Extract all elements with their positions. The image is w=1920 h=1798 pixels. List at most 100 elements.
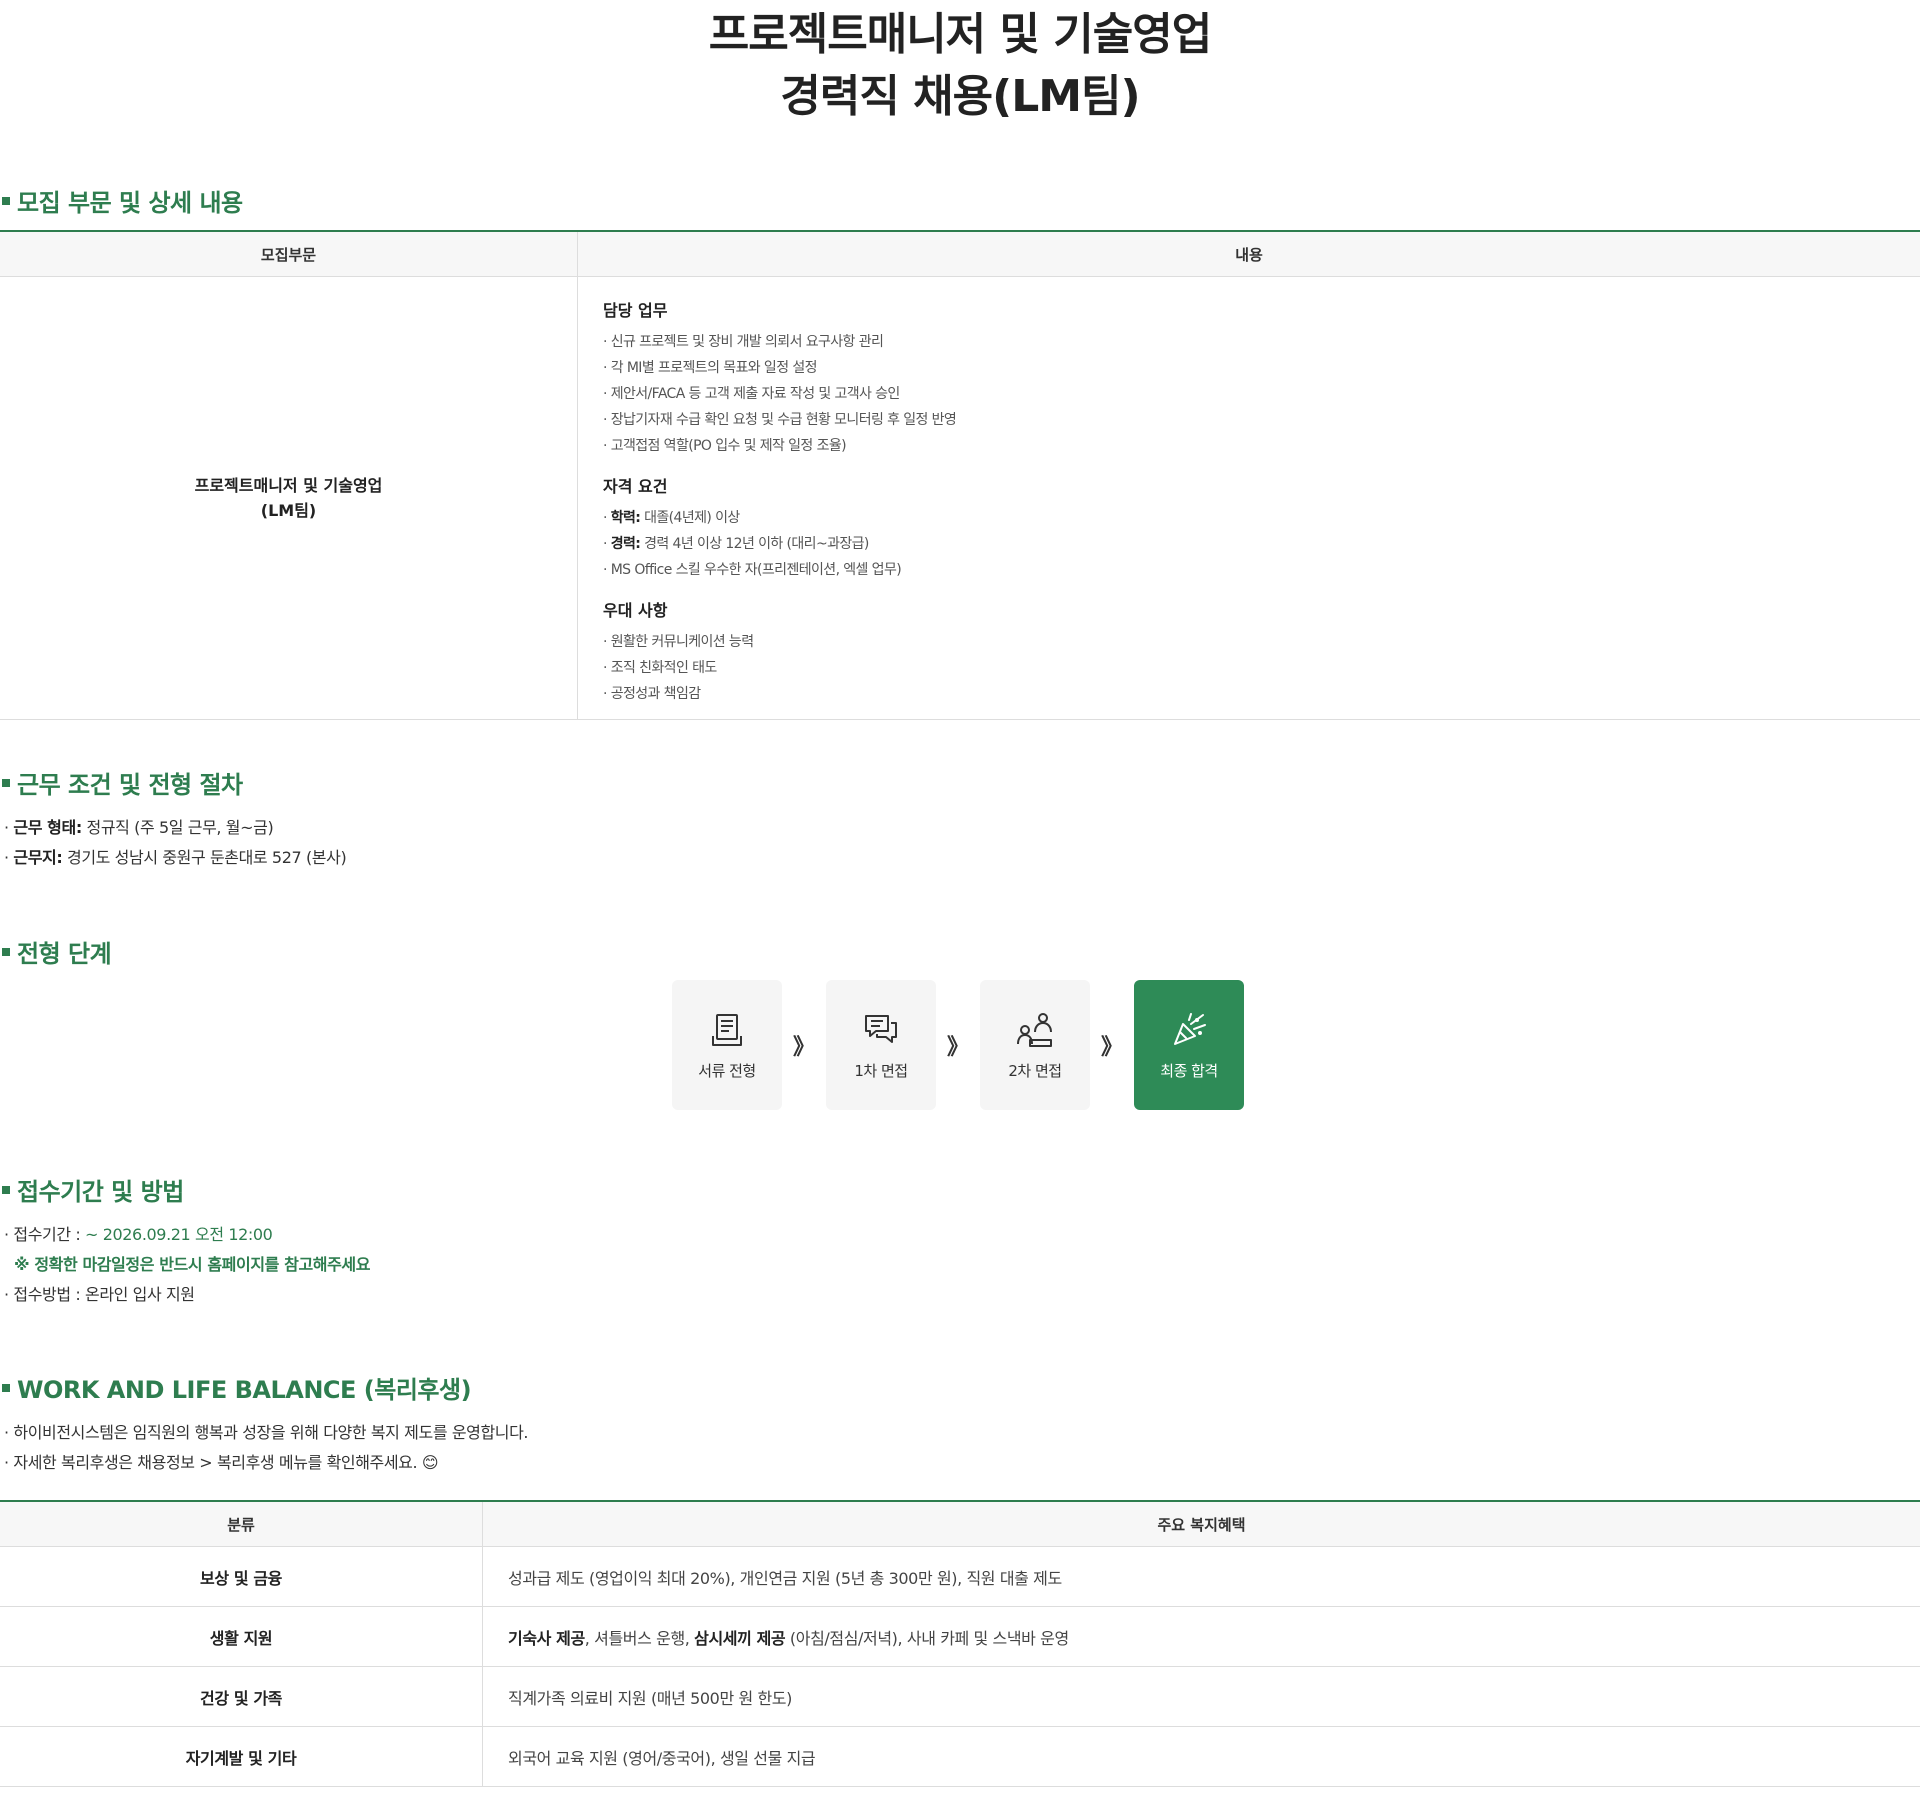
period-label: · 접수기간 : — [4, 1225, 86, 1244]
career-value: 경력 4년 이상 12년 이하 (대리~과장급) — [640, 536, 869, 552]
selection-steps: 서류 전형 》 1차 면접 》 2차 면접 》 최종 합격 — [672, 980, 1244, 1110]
method-item: · 접수방법 : 온라인 입사 지원 — [4, 1285, 195, 1304]
list-item: · 공정성과 책임감 — [603, 686, 701, 702]
category-cell: 보상 및 금융 — [0, 1546, 483, 1607]
welfare-section-heading-text: WORK AND LIFE BALANCE (복리후생) — [17, 1376, 472, 1404]
preferred-list: · 원활한 커뮤니케이션 능력 · 조직 친화적인 태도 · 공정성과 책임감 — [603, 629, 1920, 707]
welfare-intro-item: · 하이비전시스템은 임직원의 행복과 성장을 위해 다양한 복지 제도를 운영… — [4, 1423, 529, 1442]
step-label: 서류 전형 — [698, 1061, 756, 1080]
location-item: · 근무지: 경기도 성남시 중원구 둔촌대로 527 (본사) — [4, 848, 347, 867]
work-type-item: · 근무 형태: 정규직 (주 5일 근무, 월~금) — [4, 818, 274, 837]
application-section-heading: 접수기간 및 방법 — [0, 1172, 184, 1207]
step-arrow: 》 — [792, 1035, 815, 1060]
category-cell: 건강 및 가족 — [0, 1666, 483, 1727]
step-label: 최종 합격 — [1160, 1061, 1218, 1080]
benefit-text: , 셔틀버스 운행, — [584, 1628, 695, 1648]
recruit-section-heading: 모집 부문 및 상세 내용 — [0, 183, 243, 218]
recruit-table: 모집부문 내용 프로젝트매니저 및 기술영업 (LM팀) 담당 업무 · 신규 … — [0, 230, 1920, 720]
step-second-interview: 2차 면접 — [980, 980, 1090, 1110]
square-bullet-icon — [2, 1383, 10, 1392]
step-document-review: 서류 전형 — [672, 980, 782, 1110]
conditions-list: · 근무 형태: 정규직 (주 5일 근무, 월~금) · 근무지: 경기도 성… — [0, 813, 347, 873]
requirements-list: · 학력: 대졸(4년제) 이상 · 경력: 경력 4년 이상 12년 이하 (… — [603, 505, 1920, 583]
interview-icon — [1017, 1012, 1052, 1047]
table-row: 생활 지원 기숙사 제공, 셔틀버스 운행, 삼시세끼 제공 (아침/점심/저녁… — [0, 1606, 1920, 1667]
steps-section-heading-text: 전형 단계 — [17, 940, 112, 968]
table-row: 보상 및 금융 성과급 제도 (영업이익 최대 20%), 개인연금 지원 (5… — [0, 1546, 1920, 1607]
list-item: · 학력: 대졸(4년제) 이상 — [603, 510, 740, 526]
chat-icon — [865, 1014, 897, 1043]
list-item: · 제안서/FACA 등 고객 제출 자료 작성 및 고객사 승인 — [603, 386, 900, 402]
col-header-content: 내용 — [577, 231, 1920, 277]
square-bullet-icon — [2, 196, 10, 205]
list-item: · 조직 친화적인 태도 — [603, 660, 717, 676]
conditions-section-heading-text: 근무 조건 및 전형 절차 — [17, 771, 243, 799]
welfare-intro-item: · 자세한 복리후생은 채용정보 > 복리후생 메뉴를 확인해주세요. 😊 — [4, 1453, 439, 1472]
duties-list: · 신규 프로젝트 및 장비 개발 의뢰서 요구사항 관리 · 각 MI별 프로… — [603, 329, 1920, 459]
application-section-heading-text: 접수기간 및 방법 — [17, 1178, 184, 1206]
requirements-heading: 자격 요건 — [603, 477, 668, 496]
benefit-cell: 기숙사 제공, 셔틀버스 운행, 삼시세끼 제공 (아침/점심/저녁), 사내 … — [482, 1606, 1920, 1667]
detail-cell: 담당 업무 · 신규 프로젝트 및 장비 개발 의뢰서 요구사항 관리 · 각 … — [577, 276, 1920, 720]
benefit-highlight: 기숙사 제공 — [508, 1628, 585, 1648]
category-cell: 자기계발 및 기타 — [0, 1726, 483, 1787]
celebration-icon — [1174, 1012, 1206, 1045]
table-row: 건강 및 가족 직계가족 의료비 지원 (매년 500만 원 한도) — [0, 1666, 1920, 1727]
period-item: · 접수기간 : ~ 2026.09.21 오전 12:00 — [4, 1220, 370, 1250]
list-item: · 원활한 커뮤니케이션 능력 — [603, 634, 754, 650]
list-item: · MS Office 스킬 우수한 자(프리젠테이션, 엑셀 업무) — [603, 562, 902, 578]
work-type-label: 근무 형태: — [13, 818, 82, 837]
deadline-notice-text: ※ 정확한 마감일정은 반드시 홈페이지를 참고해주세요 — [14, 1255, 371, 1274]
benefit-cell: 성과급 제도 (영업이익 최대 20%), 개인연금 지원 (5년 총 300만… — [482, 1546, 1920, 1607]
list-item: · 고객접점 역할(PO 입수 및 제작 일정 조율) — [603, 438, 847, 454]
col-header-dept: 모집부문 — [0, 231, 578, 277]
period-value: ~ 2026.09.21 오전 12:00 — [85, 1225, 273, 1244]
benefit-highlight: 삼시세끼 제공 — [694, 1628, 786, 1648]
recruit-section-heading-text: 모집 부문 및 상세 내용 — [17, 189, 243, 217]
category-cell: 생활 지원 — [0, 1606, 483, 1667]
step-arrow: 》 — [946, 1035, 969, 1060]
welfare-table: 분류 주요 복지혜택 보상 및 금융 성과급 제도 (영업이익 최대 20%),… — [0, 1500, 1920, 1787]
welfare-section-heading: WORK AND LIFE BALANCE (복리후생) — [0, 1370, 472, 1405]
work-type-value: 정규직 (주 5일 근무, 월~금) — [81, 818, 274, 837]
location-value: 경기도 성남시 중원구 둔촌대로 527 (본사) — [62, 848, 347, 867]
col-header-benefits: 주요 복지혜택 — [482, 1501, 1920, 1547]
benefit-cell: 외국어 교육 지원 (영어/중국어), 생일 선물 지급 — [482, 1726, 1920, 1787]
step-arrow: 》 — [1100, 1035, 1123, 1060]
recruit-table-row: 프로젝트매니저 및 기술영업 (LM팀) 담당 업무 · 신규 프로젝트 및 장… — [0, 276, 1920, 720]
career-label: 경력: — [610, 536, 641, 552]
steps-section-heading: 전형 단계 — [0, 934, 112, 969]
step-final-acceptance: 최종 합격 — [1134, 980, 1244, 1110]
location-label: 근무지: — [13, 848, 63, 867]
square-bullet-icon — [2, 947, 10, 956]
dept-cell: 프로젝트매니저 및 기술영업 (LM팀) — [0, 276, 578, 720]
page-title-line1: 프로젝트매니저 및 기술영업 — [708, 9, 1212, 60]
step-label: 1차 면접 — [854, 1061, 908, 1080]
dept-team: (LM팀) — [260, 501, 317, 520]
square-bullet-icon — [2, 1185, 10, 1194]
table-row: 자기계발 및 기타 외국어 교육 지원 (영어/중국어), 생일 선물 지급 — [0, 1726, 1920, 1787]
dept-name: 프로젝트매니저 및 기술영업 — [194, 476, 383, 495]
conditions-section-heading: 근무 조건 및 전형 절차 — [0, 765, 243, 800]
document-icon — [712, 1013, 742, 1046]
col-header-category: 분류 — [0, 1501, 483, 1547]
benefit-cell: 직계가족 의료비 지원 (매년 500만 원 한도) — [482, 1666, 1920, 1727]
step-label: 2차 면접 — [1008, 1061, 1062, 1080]
benefit-text: (아침/점심/저녁), 사내 카페 및 스낵바 운영 — [785, 1628, 1069, 1648]
deadline-notice: ※ 정확한 마감일정은 반드시 홈페이지를 참고해주세요 — [4, 1250, 370, 1280]
list-item: · 장납기자재 수급 확인 요청 및 수급 현황 모니터링 후 일정 반영 — [603, 412, 957, 428]
square-bullet-icon — [2, 778, 10, 787]
welfare-intro-list: · 하이비전시스템은 임직원의 행복과 성장을 위해 다양한 복지 제도를 운영… — [0, 1418, 529, 1478]
page-title: 프로젝트매니저 및 기술영업 경력직 채용(LM팀) — [0, 0, 1920, 128]
edu-value: 대졸(4년제) 이상 — [640, 510, 740, 526]
list-item: · 각 MI별 프로젝트의 목표와 일정 설정 — [603, 360, 817, 376]
welfare-table-header-row: 분류 주요 복지혜택 — [0, 1501, 1920, 1547]
recruit-table-header-row: 모집부문 내용 — [0, 231, 1920, 277]
duties-heading: 담당 업무 — [603, 301, 668, 320]
edu-label: 학력: — [610, 510, 641, 526]
preferred-heading: 우대 사항 — [603, 601, 668, 620]
list-item: · 신규 프로젝트 및 장비 개발 의뢰서 요구사항 관리 — [603, 334, 884, 350]
application-list: · 접수기간 : ~ 2026.09.21 오전 12:00 ※ 정확한 마감일… — [0, 1220, 370, 1310]
list-item: · 경력: 경력 4년 이상 12년 이하 (대리~과장급) — [603, 536, 869, 552]
step-first-interview: 1차 면접 — [826, 980, 936, 1110]
